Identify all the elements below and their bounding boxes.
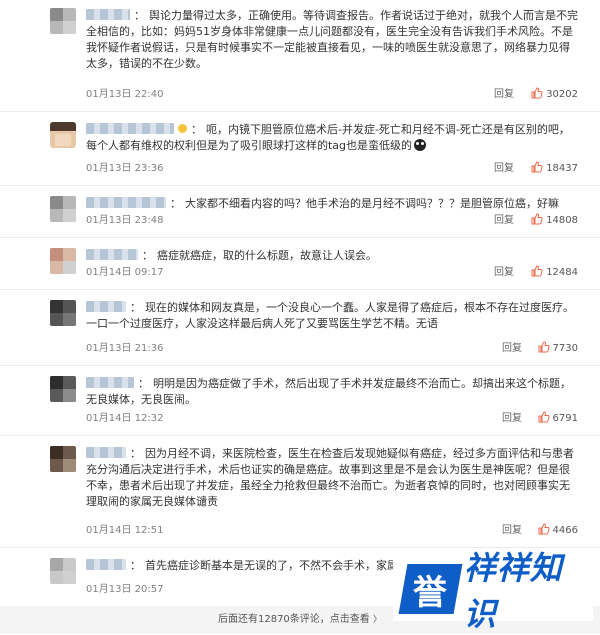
reply-button[interactable]: 回复 <box>502 341 522 357</box>
emoji-icon <box>414 139 427 151</box>
comment-text: 首先癌症诊断基本是无误的了，不然不会手术，家属肯定 <box>145 559 420 572</box>
thumbs-up-icon <box>531 87 543 99</box>
like-count: 12484 <box>546 267 578 278</box>
thumbs-up-icon <box>538 341 550 353</box>
comment-item: ：明明是因为癌症做了手术，然后出现了手术并发症最终不治而亡。却搞出来这个标题，无… <box>0 366 600 436</box>
badge-icon <box>178 124 187 133</box>
comment-time: 01月14日 09:17 <box>86 267 164 278</box>
comment-text: 癌症就癌症，取的什么标题，故意让人误会。 <box>157 249 377 262</box>
username[interactable] <box>86 301 126 312</box>
comment-time: 01月13日 21:36 <box>86 343 164 354</box>
thumbs-up-icon <box>531 161 543 173</box>
comment-time: 01月13日 20:57 <box>86 584 164 595</box>
comment-time: 01月13日 23:36 <box>86 163 164 174</box>
like-button[interactable]: 7730 <box>538 341 578 357</box>
reply-button[interactable]: 回复 <box>494 87 514 103</box>
comment-meta: 01月13日 21:36 回复 7730 <box>86 341 578 357</box>
comment-text: 现在的媒体和网友真是，一个没良心一个蠢。人家是得了癌症后，根本不存在过度医疗。一… <box>86 301 574 330</box>
like-button[interactable]: 4466 <box>538 523 578 539</box>
comment-meta: 01月14日 12:32 回复 6791 <box>86 411 578 427</box>
comment-time: 01月14日 12:51 <box>86 525 164 536</box>
like-count: 30202 <box>546 89 578 100</box>
logo-mark: 誉 <box>398 564 463 614</box>
avatar[interactable] <box>50 196 76 222</box>
like-count: 4466 <box>552 525 578 536</box>
avatar[interactable] <box>50 8 76 34</box>
comment-item: ：舆论力量得过太多，正确使用。等待调查报告。作者说话过于绝对，就我个人而言是不完… <box>0 0 600 112</box>
load-more-link[interactable]: 后面还有12870条评论，点击查看 <box>218 614 370 625</box>
username[interactable] <box>86 377 134 388</box>
comment-text: 舆论力量得过太多，正确使用。等待调查报告。作者说话过于绝对，就我个人而言是不完全… <box>86 9 578 70</box>
like-count: 18437 <box>546 163 578 174</box>
avatar[interactable] <box>50 300 76 326</box>
comment-text: 因为月经不调，来医院检查，医生在检查后发现她疑似有癌症，经过多方面评估和与患者充… <box>86 447 574 508</box>
chevron-down-icon: 〉 <box>372 615 382 625</box>
comment-text: 明明是因为癌症做了手术，然后出现了手术并发症最终不治而亡。却搞出来这个标题，无良… <box>86 377 571 406</box>
avatar[interactable] <box>50 558 76 584</box>
like-button[interactable]: 18437 <box>531 161 578 177</box>
like-button[interactable]: 14808 <box>531 213 578 229</box>
like-count: 14808 <box>546 215 578 226</box>
comment-item: ：癌症就癌症，取的什么标题，故意让人误会。 01月14日 09:17 回复 12… <box>0 238 600 290</box>
username[interactable] <box>86 9 130 20</box>
reply-button[interactable]: 回复 <box>494 161 514 177</box>
like-button[interactable]: 6791 <box>538 411 578 427</box>
comment-meta: 01月13日 23:48 回复 14808 <box>86 213 578 229</box>
comment-time: 01月13日 22:40 <box>86 89 164 100</box>
avatar[interactable] <box>50 376 76 402</box>
like-button[interactable]: 30202 <box>531 87 578 103</box>
reply-button[interactable]: 回复 <box>502 411 522 427</box>
comment-meta: 01月14日 09:17 回复 12484 <box>86 265 578 281</box>
username[interactable] <box>86 447 126 458</box>
like-count: 6791 <box>552 413 578 424</box>
comment-text: 大家都不细看内容的吗？他手术治的是月经不调吗？？？是胆管原位癌，好嘛 <box>185 197 559 210</box>
reply-button[interactable]: 回复 <box>494 265 514 281</box>
like-button[interactable]: 12484 <box>531 265 578 281</box>
thumbs-up-icon <box>531 265 543 277</box>
watermark-logo: 誉 祥祥知识 <box>393 549 593 633</box>
username[interactable] <box>86 123 174 134</box>
avatar[interactable] <box>50 122 76 148</box>
avatar[interactable] <box>50 248 76 274</box>
comment-meta: 01月13日 23:36 回复 18437 <box>86 161 578 177</box>
thumbs-up-icon <box>531 213 543 225</box>
comment-time: 01月14日 12:32 <box>86 413 164 424</box>
username[interactable] <box>86 197 166 208</box>
avatar[interactable] <box>50 446 76 472</box>
comment-time: 01月13日 23:48 <box>86 215 164 226</box>
thumbs-up-icon <box>538 411 550 423</box>
comment-item: ：大家都不细看内容的吗？他手术治的是月经不调吗？？？是胆管原位癌，好嘛 01月1… <box>0 186 600 238</box>
comment-item: ：呃，内镜下胆管原位癌术后-并发症-死亡和月经不调-死亡还是有区别的吧，每个人都… <box>0 112 600 186</box>
username[interactable] <box>86 559 126 570</box>
like-count: 7730 <box>552 343 578 354</box>
logo-text: 祥祥知识 <box>463 549 563 633</box>
comment-meta: 01月13日 22:40 回复 30202 <box>86 87 578 103</box>
comment-item: ：因为月经不调，来医院检查，医生在检查后发现她疑似有癌症，经过多方面评估和与患者… <box>0 436 600 548</box>
thumbs-up-icon <box>538 523 550 535</box>
reply-button[interactable]: 回复 <box>494 213 514 229</box>
reply-button[interactable]: 回复 <box>502 523 522 539</box>
comment-item: ：现在的媒体和网友真是，一个没良心一个蠢。人家是得了癌症后，根本不存在过度医疗。… <box>0 290 600 366</box>
comment-meta: 01月14日 12:51 回复 4466 <box>86 523 578 539</box>
username[interactable] <box>86 249 138 260</box>
